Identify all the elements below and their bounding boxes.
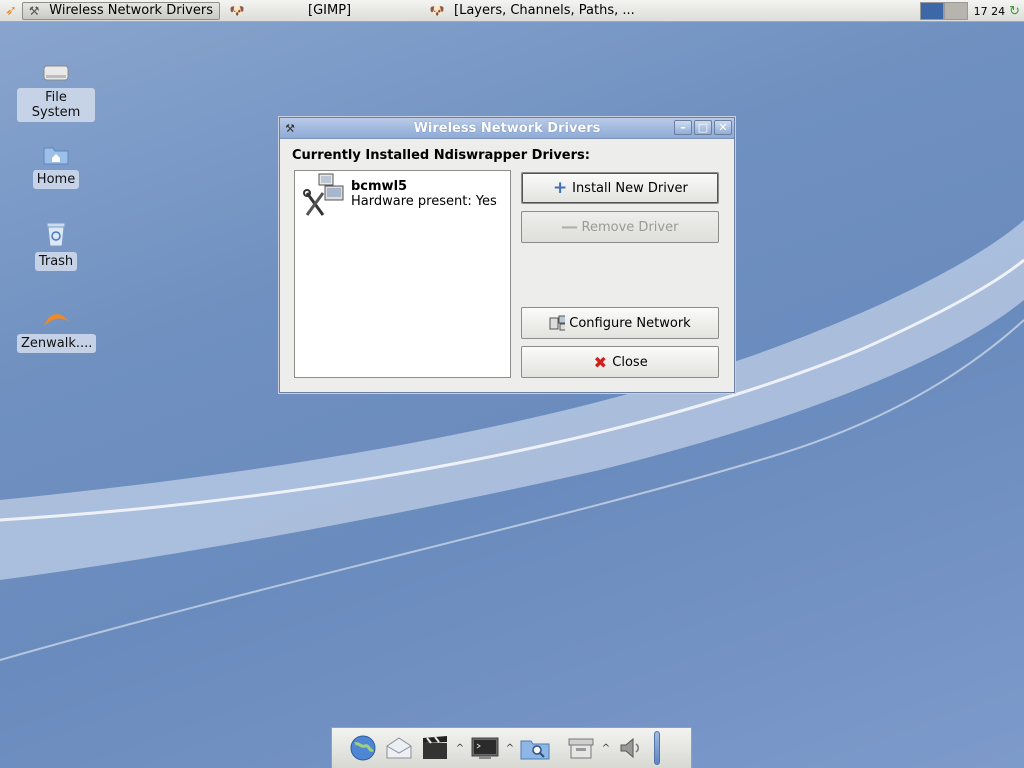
update-icon[interactable]: ↻ (1009, 4, 1020, 19)
mail-icon[interactable] (382, 731, 416, 765)
network-computers-icon (549, 315, 566, 331)
window-title: Wireless Network Drivers (413, 120, 601, 136)
chevron-up-icon[interactable]: ^ (600, 743, 612, 754)
network-driver-icon (299, 173, 347, 219)
archive-icon[interactable] (564, 731, 598, 765)
top-panel: ➶ ⚒ Wireless Network Drivers 🐶 [GIMP] 🐶 … (0, 0, 1024, 22)
terminal-icon[interactable] (468, 731, 502, 765)
desktop-icon-zenwalk[interactable]: Zenwalk.... (17, 294, 97, 353)
close-window-button[interactable]: ✕ (714, 120, 732, 135)
close-button[interactable]: ✖ Close (521, 346, 719, 378)
zenwalk-icon (44, 314, 69, 326)
dock-handle[interactable] (654, 731, 660, 765)
gimp-icon: 🐶 (429, 3, 445, 18)
wireless-network-drivers-window: ⚒ Wireless Network Drivers – □ ✕ Current… (279, 117, 735, 393)
chevron-up-icon[interactable]: ^ (504, 743, 516, 754)
desktop-icon-home[interactable]: Home (17, 130, 95, 189)
task-wireless-network-drivers[interactable]: ⚒ Wireless Network Drivers (22, 1, 220, 20)
configure-network-button[interactable]: Configure Network (521, 307, 719, 339)
search-folder-icon[interactable] (518, 731, 552, 765)
chevron-up-icon[interactable]: ^ (454, 743, 466, 754)
home-folder-icon (43, 147, 69, 165)
wrench-icon: ⚒ (28, 3, 40, 18)
driver-status: Hardware present: Yes (351, 194, 497, 209)
task-gimp[interactable]: 🐶 [GIMP] (224, 2, 424, 20)
driver-name: bcmwl5 (351, 179, 408, 194)
desktop-icon-file-system[interactable]: File System (17, 48, 95, 122)
desktop-icon-trash[interactable]: Trash (17, 212, 95, 271)
minus-icon: — (561, 217, 579, 237)
close-icon: ✖ (593, 352, 607, 372)
drive-icon (43, 65, 69, 81)
bottom-dock: ^ ^ ^ (331, 727, 692, 768)
clock[interactable]: 17 24 (974, 5, 1006, 18)
workspace-1[interactable] (919, 2, 944, 20)
main-menu-icon[interactable]: ➶ (0, 0, 22, 22)
minimize-button[interactable]: – (674, 120, 692, 135)
list-item[interactable]: bcmwl5 Hardware present: Yes (295, 171, 510, 221)
workspace-2[interactable] (943, 2, 968, 20)
window-titlebar[interactable]: ⚒ Wireless Network Drivers – □ ✕ (280, 118, 734, 139)
task-gimp-layers[interactable]: 🐶 [Layers, Channels, Paths, ... (424, 2, 664, 20)
trash-icon (46, 222, 66, 247)
volume-icon[interactable] (614, 731, 648, 765)
system-tray: 17 24 ↻ (919, 0, 1024, 22)
media-icon[interactable] (418, 731, 452, 765)
plus-icon: + (552, 178, 568, 198)
install-new-driver-button[interactable]: + Install New Driver (521, 172, 719, 204)
gimp-icon: 🐶 (229, 3, 245, 18)
browser-icon[interactable] (346, 731, 380, 765)
drivers-heading: Currently Installed Ndiswrapper Drivers: (292, 148, 590, 163)
remove-driver-button[interactable]: — Remove Driver (521, 211, 719, 243)
maximize-button[interactable]: □ (694, 120, 712, 135)
driver-list[interactable]: bcmwl5 Hardware present: Yes (294, 170, 511, 378)
